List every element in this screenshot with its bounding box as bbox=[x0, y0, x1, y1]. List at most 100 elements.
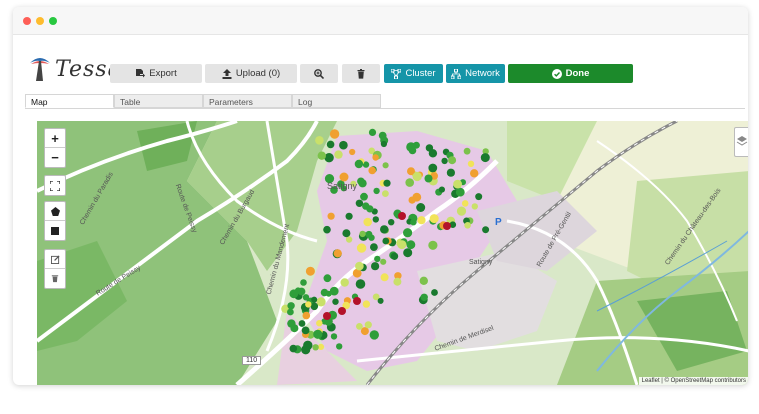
building-marker[interactable] bbox=[374, 255, 381, 263]
building-marker[interactable] bbox=[358, 179, 367, 188]
building-marker[interactable] bbox=[326, 140, 335, 149]
draw-polygon-button[interactable] bbox=[45, 202, 65, 221]
building-marker[interactable] bbox=[353, 297, 361, 305]
building-marker[interactable] bbox=[424, 174, 433, 183]
building-marker[interactable] bbox=[360, 192, 368, 201]
building-marker[interactable] bbox=[340, 278, 349, 287]
building-marker[interactable] bbox=[329, 129, 340, 139]
building-marker[interactable] bbox=[317, 343, 325, 350]
building-marker[interactable] bbox=[405, 178, 415, 187]
building-marker[interactable] bbox=[482, 226, 490, 234]
building-marker[interactable] bbox=[380, 258, 387, 265]
building-marker[interactable] bbox=[412, 171, 422, 182]
zoom-out-button[interactable]: − bbox=[45, 148, 65, 167]
fullscreen-button[interactable] bbox=[45, 176, 65, 195]
building-marker[interactable] bbox=[362, 300, 371, 308]
building-marker[interactable] bbox=[359, 230, 366, 238]
building-marker[interactable] bbox=[303, 340, 313, 350]
cluster-button[interactable]: Cluster bbox=[384, 64, 443, 83]
building-marker[interactable] bbox=[364, 321, 372, 329]
building-marker[interactable] bbox=[312, 344, 319, 351]
building-marker[interactable] bbox=[311, 296, 318, 303]
building-marker[interactable] bbox=[393, 277, 402, 286]
building-marker[interactable] bbox=[443, 222, 451, 230]
building-marker[interactable] bbox=[313, 329, 323, 339]
building-marker[interactable] bbox=[377, 297, 384, 304]
tab-table[interactable]: Table bbox=[114, 94, 203, 108]
building-marker[interactable] bbox=[297, 287, 306, 296]
tab-parameters[interactable]: Parameters bbox=[203, 94, 292, 108]
building-marker[interactable] bbox=[289, 344, 298, 353]
building-marker[interactable] bbox=[403, 248, 413, 258]
network-button[interactable]: Network bbox=[446, 64, 505, 83]
delete-button[interactable] bbox=[342, 64, 380, 83]
building-marker[interactable] bbox=[428, 163, 438, 173]
building-marker[interactable] bbox=[338, 307, 346, 315]
building-marker[interactable] bbox=[317, 151, 326, 160]
building-marker[interactable] bbox=[356, 323, 363, 330]
building-marker[interactable] bbox=[429, 214, 439, 224]
building-marker[interactable] bbox=[289, 289, 299, 299]
building-marker[interactable] bbox=[416, 203, 426, 212]
tab-map[interactable]: Map bbox=[25, 94, 114, 108]
building-marker[interactable] bbox=[370, 243, 378, 251]
building-marker[interactable] bbox=[382, 190, 389, 197]
building-marker[interactable] bbox=[302, 311, 311, 320]
building-marker[interactable] bbox=[345, 236, 353, 243]
export-button[interactable]: Export bbox=[110, 64, 202, 83]
building-marker[interactable] bbox=[410, 219, 417, 226]
edit-layers-button[interactable] bbox=[45, 250, 65, 269]
building-marker[interactable] bbox=[431, 289, 438, 296]
building-marker[interactable] bbox=[380, 225, 389, 234]
building-marker[interactable] bbox=[316, 320, 323, 327]
building-marker[interactable] bbox=[305, 301, 312, 308]
building-marker[interactable] bbox=[365, 230, 373, 238]
building-marker[interactable] bbox=[398, 212, 406, 220]
building-marker[interactable] bbox=[480, 153, 490, 163]
map-view[interactable]: Chemin du Paradis Route de Peissy Route … bbox=[37, 121, 748, 385]
building-marker[interactable] bbox=[301, 326, 310, 335]
building-marker[interactable] bbox=[332, 298, 339, 305]
zoom-in-button[interactable]: + bbox=[45, 129, 65, 148]
close-window-button[interactable] bbox=[23, 17, 31, 25]
building-marker[interactable] bbox=[287, 319, 296, 328]
building-marker[interactable] bbox=[461, 200, 469, 207]
building-marker[interactable] bbox=[446, 168, 455, 177]
building-marker[interactable] bbox=[463, 147, 471, 155]
building-marker[interactable] bbox=[406, 240, 416, 250]
upload-button[interactable]: Upload (0) bbox=[205, 64, 297, 83]
building-marker[interactable] bbox=[363, 217, 373, 227]
building-marker[interactable] bbox=[324, 153, 334, 163]
building-marker[interactable] bbox=[441, 157, 448, 165]
building-marker[interactable] bbox=[298, 320, 306, 327]
delete-layers-button[interactable] bbox=[45, 269, 65, 288]
building-marker[interactable] bbox=[417, 216, 426, 225]
building-marker[interactable] bbox=[334, 150, 343, 159]
building-marker[interactable] bbox=[300, 279, 307, 286]
maximize-window-button[interactable] bbox=[49, 17, 57, 25]
building-marker[interactable] bbox=[369, 330, 379, 340]
done-button[interactable]: Done bbox=[508, 64, 633, 83]
building-marker[interactable] bbox=[383, 179, 391, 187]
building-marker[interactable] bbox=[419, 276, 428, 285]
building-marker[interactable] bbox=[403, 228, 413, 238]
building-marker[interactable] bbox=[323, 274, 332, 283]
building-marker[interactable] bbox=[382, 162, 389, 169]
building-marker[interactable] bbox=[327, 212, 335, 220]
layers-control[interactable] bbox=[734, 127, 748, 157]
draw-rectangle-button[interactable] bbox=[45, 221, 65, 240]
building-marker[interactable] bbox=[420, 293, 428, 301]
building-marker[interactable] bbox=[455, 187, 465, 197]
building-marker[interactable] bbox=[368, 166, 377, 175]
building-marker[interactable] bbox=[388, 219, 395, 226]
building-marker[interactable] bbox=[310, 302, 319, 311]
building-marker[interactable] bbox=[397, 240, 407, 250]
building-marker[interactable] bbox=[412, 192, 422, 202]
building-marker[interactable] bbox=[382, 237, 390, 245]
building-marker[interactable] bbox=[371, 262, 380, 271]
building-marker[interactable] bbox=[339, 140, 348, 150]
building-marker[interactable] bbox=[323, 225, 331, 234]
building-marker[interactable] bbox=[438, 186, 445, 193]
building-marker[interactable] bbox=[333, 249, 342, 258]
building-marker[interactable] bbox=[372, 154, 379, 161]
